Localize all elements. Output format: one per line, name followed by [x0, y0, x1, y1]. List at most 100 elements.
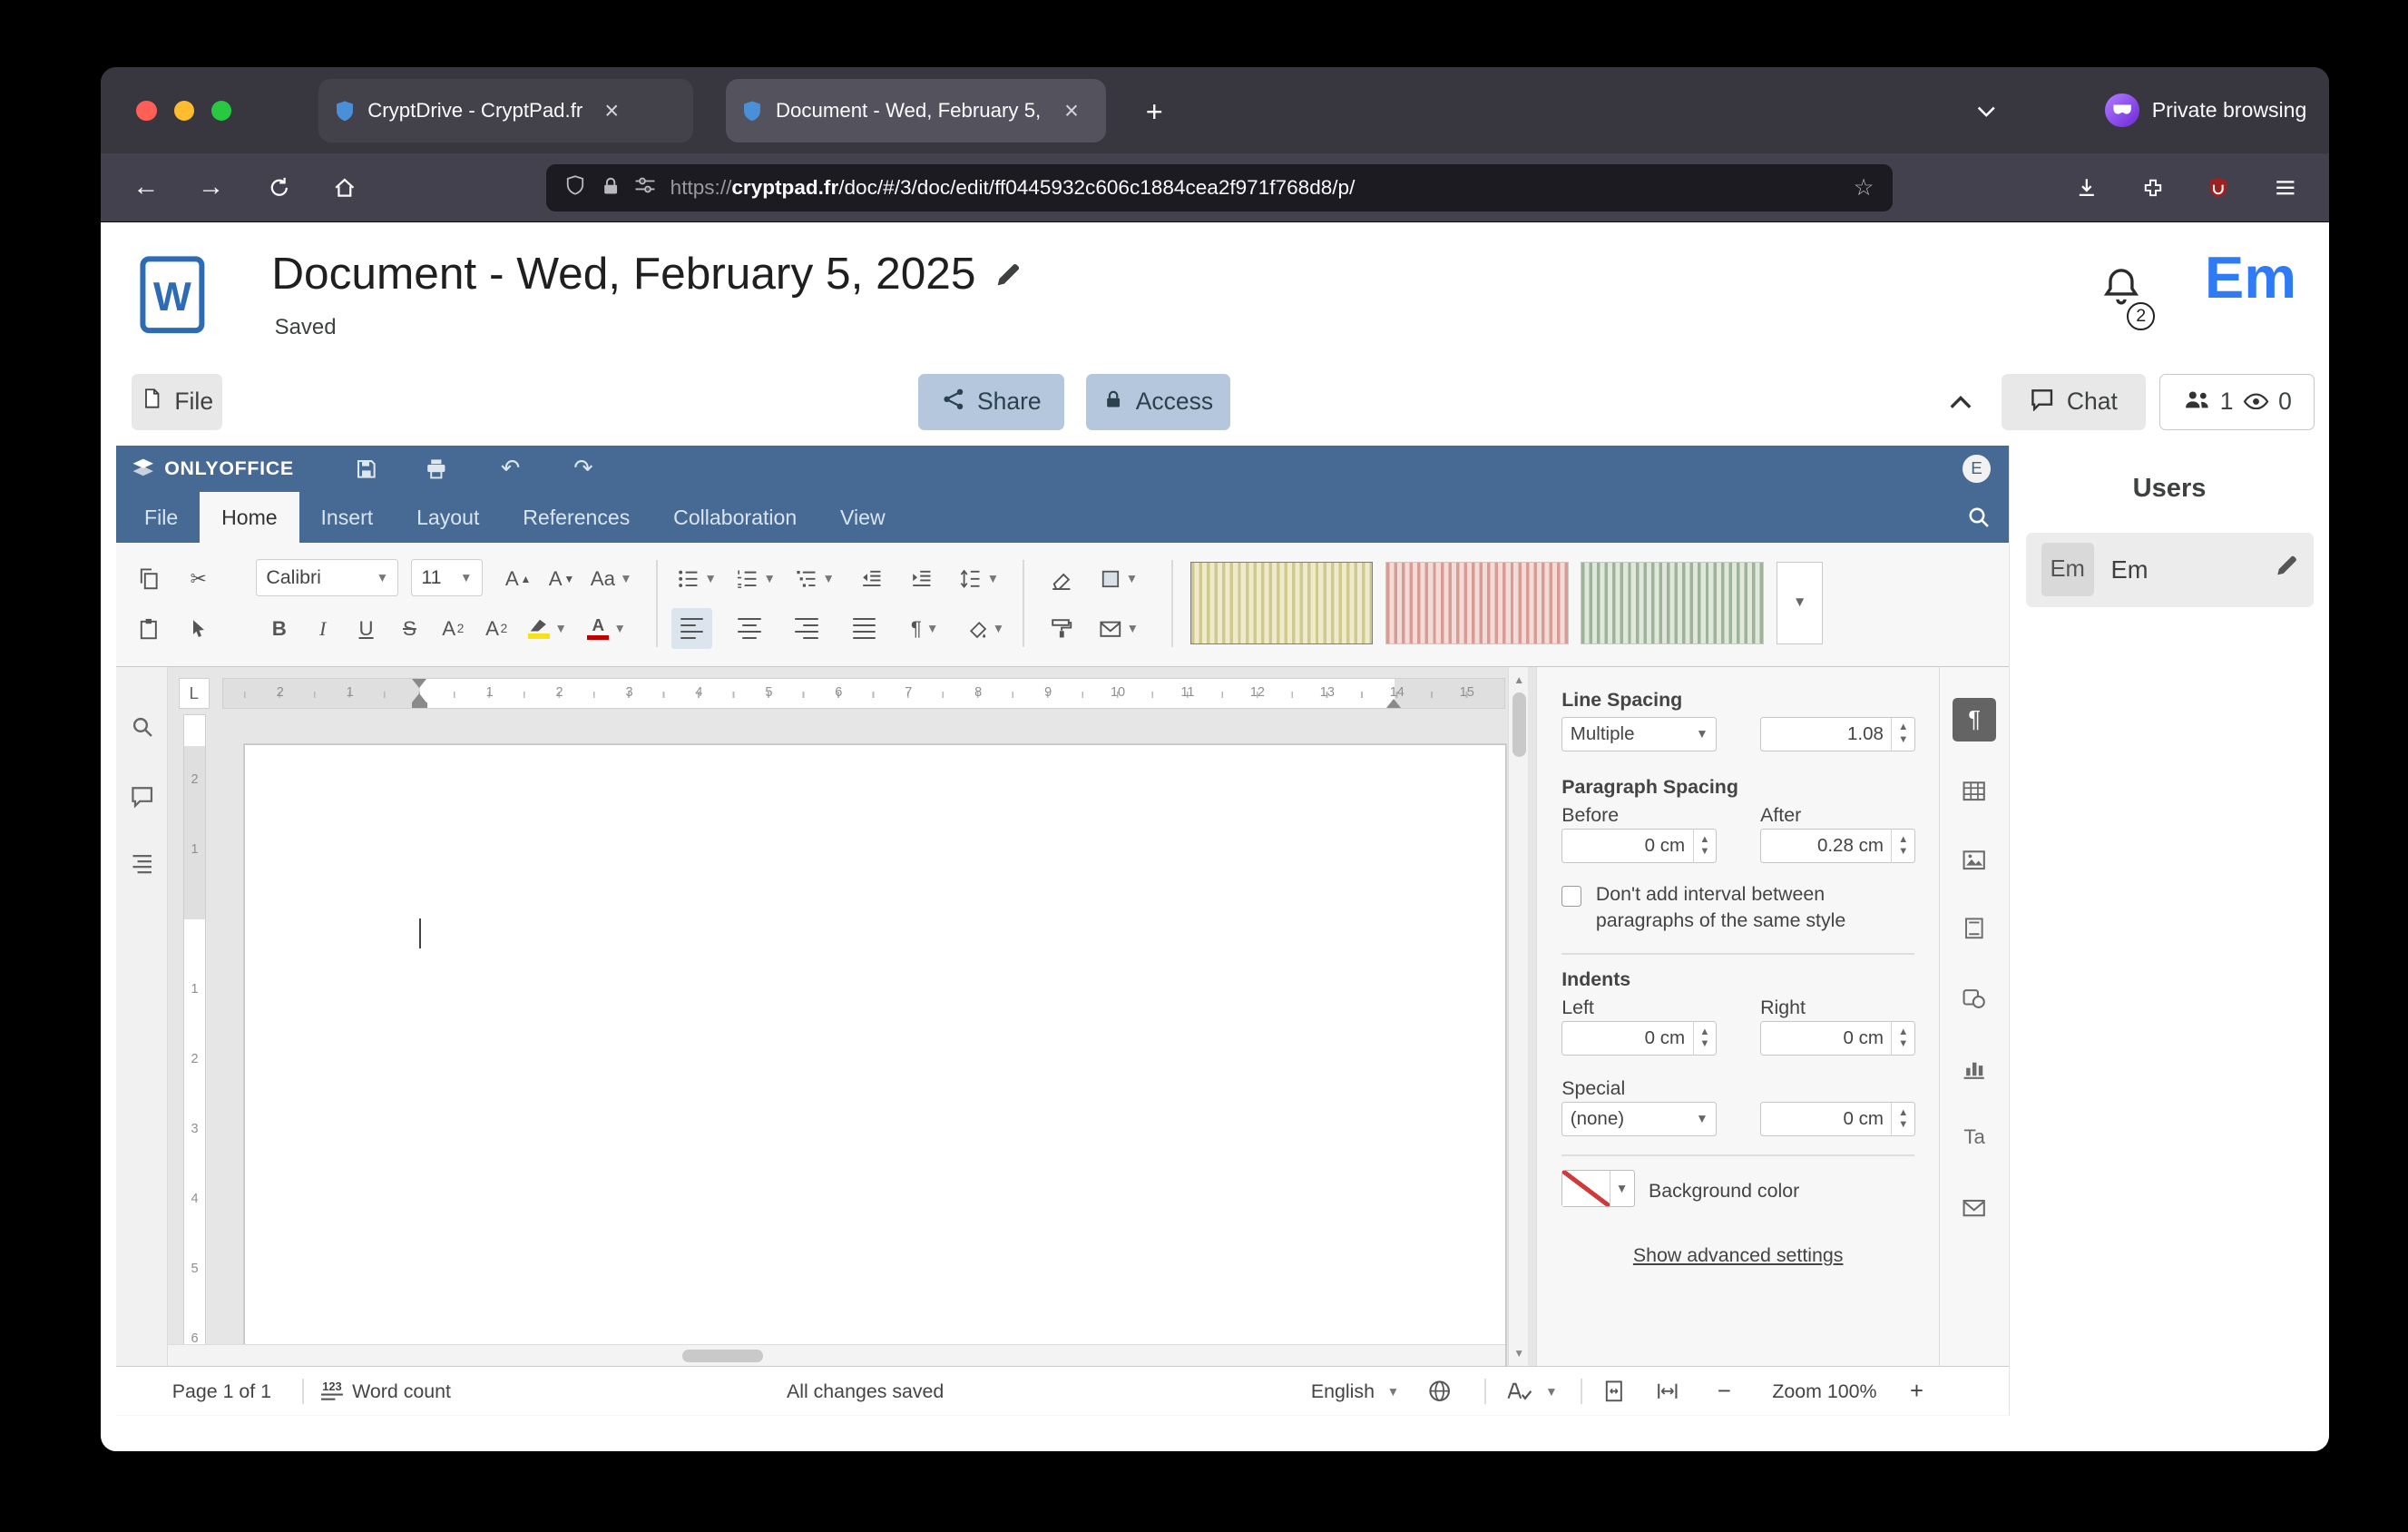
- zoom-out-button[interactable]: −: [1718, 1367, 1731, 1417]
- highlight-color-button[interactable]: ▼: [523, 608, 573, 648]
- multilevel-list-button[interactable]: ▼: [789, 559, 839, 599]
- copy-style-button[interactable]: [1041, 608, 1081, 648]
- numbered-list-button[interactable]: ▼: [730, 559, 780, 599]
- superscript-button[interactable]: A2: [433, 608, 473, 648]
- font-size-select[interactable]: 11▼: [411, 559, 483, 596]
- tab-stop-selector[interactable]: L: [179, 678, 210, 709]
- lock-icon[interactable]: [601, 173, 621, 202]
- change-case-button[interactable]: Aa▼: [585, 559, 638, 599]
- mail-merge-settings-icon[interactable]: [1953, 1185, 1996, 1229]
- document-page[interactable]: [245, 745, 1505, 1366]
- horizontal-ruler[interactable]: 21 123456789101112131415: [222, 678, 1505, 709]
- font-name-select[interactable]: Calibri▼: [256, 559, 398, 596]
- permissions-icon[interactable]: [634, 173, 656, 202]
- tab-close-icon[interactable]: ×: [598, 96, 625, 125]
- back-button[interactable]: ←: [122, 164, 169, 211]
- indent-right-spinner[interactable]: 0 cm▲▼: [1760, 1021, 1915, 1056]
- strikethrough-button[interactable]: S: [389, 608, 429, 648]
- align-center-button[interactable]: [729, 608, 769, 648]
- cut-button[interactable]: ✂: [179, 559, 219, 599]
- file-menu-button[interactable]: File: [132, 374, 221, 430]
- chat-button[interactable]: Chat: [2002, 374, 2146, 430]
- collaborator-avatar[interactable]: E: [1963, 455, 1991, 483]
- rename-pencil-icon[interactable]: [994, 247, 1021, 300]
- first-line-indent-marker[interactable]: [412, 679, 426, 688]
- decrease-indent-button[interactable]: [852, 559, 892, 599]
- nonprinting-characters-button[interactable]: ¶▼: [901, 608, 947, 648]
- paragraph-borders-button[interactable]: ▼: [1094, 559, 1144, 599]
- line-spacing-spinner[interactable]: 1.08▲▼: [1760, 717, 1915, 751]
- scroll-down-arrow[interactable]: ▼: [1509, 1344, 1529, 1363]
- no-interval-checkbox[interactable]: [1561, 886, 1581, 906]
- page-indicator[interactable]: Page 1 of 1: [172, 1367, 271, 1417]
- subscript-button[interactable]: A2: [476, 608, 516, 648]
- tab-cryptdrive[interactable]: CryptDrive - CryptPad.fr ×: [318, 79, 694, 142]
- increase-font-button[interactable]: A▲: [498, 559, 538, 599]
- tab-file[interactable]: File: [122, 492, 200, 543]
- tab-home[interactable]: Home: [200, 492, 299, 543]
- style-preview-normal[interactable]: [1190, 562, 1374, 644]
- tab-collaboration[interactable]: Collaboration: [651, 492, 818, 543]
- zoom-in-button[interactable]: +: [1910, 1367, 1923, 1417]
- underline-button[interactable]: U: [346, 608, 386, 648]
- shape-settings-icon[interactable]: [1953, 977, 1996, 1020]
- select-all-button[interactable]: [179, 608, 219, 648]
- line-spacing-button[interactable]: ▼: [954, 559, 1004, 599]
- no-interval-checkbox-label[interactable]: Don't add interval between paragraphs of…: [1596, 881, 1904, 934]
- spell-check-button[interactable]: ▼: [1506, 1367, 1557, 1417]
- style-preview-no-spacing[interactable]: [1385, 562, 1569, 644]
- paragraph-settings-icon[interactable]: ¶: [1953, 698, 1996, 741]
- tab-close-icon[interactable]: ×: [1058, 96, 1085, 125]
- spacing-before-spinner[interactable]: 0 cm▲▼: [1561, 829, 1717, 863]
- bold-button[interactable]: B: [259, 608, 299, 648]
- special-by-spinner[interactable]: 0 cm▲▼: [1760, 1102, 1915, 1136]
- ublock-icon[interactable]: [2196, 164, 2242, 211]
- spacing-after-spinner[interactable]: 0.28 cm▲▼: [1760, 829, 1915, 863]
- text-art-settings-icon[interactable]: Ta: [1953, 1115, 1996, 1159]
- save-icon[interactable]: [349, 452, 384, 486]
- horizontal-scroll-thumb[interactable]: [682, 1350, 763, 1362]
- bullet-list-button[interactable]: ▼: [671, 559, 721, 599]
- redo-icon[interactable]: ↷: [566, 452, 601, 486]
- access-button[interactable]: Access: [1086, 374, 1230, 430]
- word-count-button[interactable]: 123 Word count: [321, 1367, 451, 1417]
- extensions-puzzle-icon[interactable]: [2130, 164, 2177, 211]
- right-indent-marker[interactable]: [1386, 699, 1401, 708]
- participants-button[interactable]: 1 0: [2159, 374, 2315, 430]
- edit-name-pencil-icon[interactable]: [2275, 555, 2298, 584]
- paste-button[interactable]: [129, 608, 169, 648]
- fit-page-button[interactable]: [1602, 1367, 1626, 1417]
- user-list-item[interactable]: Em Em: [2026, 533, 2314, 607]
- vertical-scroll-thumb[interactable]: [1512, 692, 1526, 758]
- language-selector[interactable]: English▼: [1311, 1367, 1399, 1417]
- tab-view[interactable]: View: [818, 492, 906, 543]
- downloads-icon[interactable]: [2063, 164, 2109, 211]
- italic-button[interactable]: I: [302, 608, 342, 648]
- bookmark-star-icon[interactable]: ☆: [1854, 174, 1875, 201]
- find-icon[interactable]: [125, 711, 158, 743]
- url-bar[interactable]: https://cryptpad.fr/doc/#/3/doc/edit/ff0…: [546, 164, 1893, 211]
- left-indent-marker[interactable]: [412, 693, 426, 702]
- copy-button[interactable]: [129, 559, 169, 599]
- advanced-settings-link[interactable]: Show advanced settings: [1537, 1244, 1940, 1267]
- scroll-up-arrow[interactable]: ▲: [1509, 671, 1529, 690]
- styles-gallery-expand-button[interactable]: ▼: [1777, 562, 1823, 644]
- globe-icon[interactable]: [1427, 1367, 1452, 1417]
- navigation-icon[interactable]: [125, 848, 158, 880]
- tracking-shield-icon[interactable]: [564, 173, 586, 202]
- table-settings-icon[interactable]: [1953, 770, 1996, 813]
- tab-layout[interactable]: Layout: [395, 492, 501, 543]
- tab-references[interactable]: References: [501, 492, 651, 543]
- clear-style-button[interactable]: [1041, 559, 1081, 599]
- fit-width-button[interactable]: [1656, 1367, 1679, 1417]
- reload-button[interactable]: [256, 164, 302, 211]
- align-left-button[interactable]: [671, 608, 711, 648]
- share-button[interactable]: Share: [918, 374, 1064, 430]
- justify-button[interactable]: [844, 608, 884, 648]
- left-indent-box[interactable]: [412, 702, 427, 709]
- paragraph-shading-button[interactable]: ▼: [960, 608, 1010, 648]
- comments-icon[interactable]: [125, 781, 158, 813]
- font-color-button[interactable]: A▼: [582, 608, 631, 648]
- background-color-button[interactable]: ▼: [1561, 1170, 1634, 1207]
- zoom-level[interactable]: Zoom 100%: [1761, 1367, 1888, 1417]
